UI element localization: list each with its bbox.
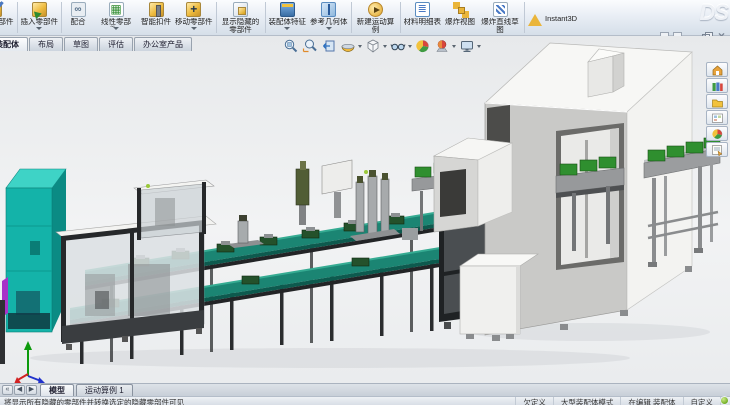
explode-line-sketch-button[interactable]: 爆炸直线草图: [477, 0, 523, 35]
document-tab-bar: 模型 运动算例 1: [0, 383, 730, 396]
view-orientation-icon[interactable]: [364, 37, 382, 54]
solidworks-window: 编辑零部件 插入零部件 配合 线性零部件... 智能扣件 移动零部件 显示隐藏的…: [0, 0, 730, 405]
toolbar-separator: [265, 2, 266, 33]
tab-scroll-next-button[interactable]: [26, 385, 37, 395]
exploded-view-icon: [453, 2, 468, 17]
tab-assembly[interactable]: 装配体: [0, 37, 28, 51]
bill-of-materials-button[interactable]: 材料明细表: [402, 0, 444, 35]
linear-pattern-icon: [109, 2, 124, 17]
move-component-button[interactable]: 移动零部件: [173, 0, 215, 35]
graphics-area[interactable]: [0, 36, 730, 383]
define-state: 欠定义: [515, 397, 553, 405]
chevron-down-icon[interactable]: [408, 45, 412, 50]
custom-properties-icon[interactable]: [706, 142, 728, 157]
insert-component-button[interactable]: 插入零部件: [19, 0, 61, 35]
edit-appearance-icon[interactable]: [414, 37, 432, 54]
file-explorer-icon[interactable]: [706, 94, 728, 109]
edit-component-icon: [0, 2, 2, 17]
chevron-down-icon[interactable]: [358, 45, 362, 50]
new-motion-study-icon: [368, 2, 383, 17]
assembly-features-button[interactable]: 装配体特征: [267, 0, 309, 35]
toolbar-separator: [400, 2, 401, 33]
ribbon-tab-row: 装配体 布局 草图 评估 办公室产品: [0, 36, 300, 51]
resource-monitor-icon: [720, 396, 729, 405]
tab-scroll-prev-button[interactable]: [14, 385, 25, 395]
assembly-features-icon: [280, 2, 295, 17]
section-view-icon[interactable]: [339, 37, 357, 54]
show-hidden-components-button[interactable]: 显示隐藏的零部件: [218, 0, 264, 35]
show-hidden-components-icon: [233, 2, 248, 17]
tab-layout[interactable]: 布局: [29, 37, 63, 51]
insert-component-icon: [32, 2, 47, 17]
move-component-icon: [186, 2, 201, 17]
large-assembly-mode-indicator: 大型装配体模式: [553, 397, 621, 405]
chevron-down-icon[interactable]: [383, 45, 387, 50]
toolbar-separator: [61, 2, 62, 33]
clear-panel-tower[interactable]: [134, 180, 214, 240]
instant3d-button[interactable]: Instant3D: [526, 0, 579, 35]
new-motion-study-button[interactable]: 新建运动算例: [353, 0, 399, 35]
editing-status: 在编辑 装配体: [620, 397, 682, 405]
toolbar-separator: [216, 2, 217, 33]
view-palette-icon[interactable]: [706, 110, 728, 125]
task-pane-strip: [706, 62, 728, 157]
mate-icon: [71, 2, 86, 17]
view-settings-icon[interactable]: [458, 37, 476, 54]
explode-line-sketch-icon: [493, 2, 508, 17]
toolbar-separator: [17, 2, 18, 33]
reference-geometry-button[interactable]: 参考几何体: [308, 0, 350, 35]
status-message: 将显示所有隐藏的零部件并转换选定的隐藏零部件可见: [0, 397, 515, 405]
button-label: 编辑零部件: [0, 18, 14, 26]
linear-pattern-button[interactable]: 线性零部件...: [93, 0, 139, 35]
left-edge-structure[interactable]: [0, 300, 5, 364]
reference-geometry-icon: [321, 2, 336, 17]
chevron-down-icon[interactable]: [477, 45, 481, 50]
toolbar-separator: [524, 2, 525, 33]
tab-scroll-first-button[interactable]: [2, 385, 13, 395]
tab-evaluate[interactable]: 评估: [99, 37, 133, 51]
zoom-to-fit-icon[interactable]: [282, 37, 300, 54]
edit-component-button[interactable]: 编辑零部件: [0, 0, 16, 35]
electrical-cabinet[interactable]: [2, 169, 66, 332]
previous-view-icon[interactable]: [320, 37, 338, 54]
solidworks-resources-icon[interactable]: [706, 62, 728, 77]
apply-scene-icon[interactable]: [433, 37, 451, 54]
zoom-to-area-icon[interactable]: [301, 37, 319, 54]
bill-of-materials-icon: [415, 2, 430, 17]
tab-motion-study-1[interactable]: 运动算例 1: [76, 384, 133, 396]
smart-fasteners-icon: [149, 2, 164, 17]
origin-triad: [14, 341, 45, 383]
command-manager: 编辑零部件 插入零部件 配合 线性零部件... 智能扣件 移动零部件 显示隐藏的…: [0, 0, 730, 36]
tab-office-products[interactable]: 办公室产品: [134, 37, 192, 51]
customize-status[interactable]: 自定义: [683, 397, 721, 405]
hide-show-items-icon[interactable]: [389, 37, 407, 54]
tab-model[interactable]: 模型: [40, 384, 74, 396]
left-station-frame[interactable]: [56, 216, 216, 350]
smart-fasteners-button[interactable]: 智能扣件: [139, 0, 173, 35]
mate-button[interactable]: 配合: [63, 0, 93, 35]
dassault-systemes-logo: DS: [699, 0, 728, 26]
instant3d-icon: [528, 14, 542, 26]
tab-sketch[interactable]: 草图: [64, 37, 98, 51]
assembly-3d-model[interactable]: [0, 36, 730, 383]
exploded-view-button[interactable]: 爆炸视图: [443, 0, 477, 35]
appearances-scenes-icon[interactable]: [706, 126, 728, 141]
headsup-view-toolbar: [282, 37, 482, 54]
status-bar: 将显示所有隐藏的零部件并转换选定的隐藏零部件可见 欠定义 大型装配体模式 在编辑…: [0, 396, 730, 405]
toolbar-separator: [351, 2, 352, 33]
chevron-down-icon[interactable]: [452, 45, 456, 50]
design-library-icon[interactable]: [706, 78, 728, 93]
